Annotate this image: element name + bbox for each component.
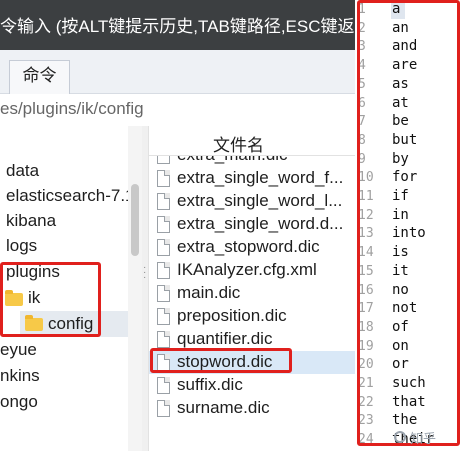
line-number: 17: [358, 301, 374, 317]
editor-line[interactable]: as: [392, 76, 409, 92]
line-number: 19: [358, 338, 374, 354]
file-icon: [157, 285, 170, 302]
file-row[interactable]: surname.dic: [149, 397, 355, 420]
line-number: 18: [358, 319, 374, 335]
splitter-grip-icon: · · ·: [143, 262, 147, 283]
tree-item-nkins[interactable]: nkins: [0, 363, 40, 389]
file-icon: [157, 239, 170, 256]
editor-line[interactable]: into: [392, 225, 426, 241]
tree-item-kibana[interactable]: kibana: [6, 208, 56, 234]
editor-line[interactable]: and: [392, 38, 417, 54]
line-number: 10: [358, 170, 374, 186]
file-icon: [157, 354, 170, 371]
tree-scrollbar[interactable]: [128, 126, 142, 451]
line-number: 5: [358, 76, 366, 92]
tab-command[interactable]: 命令: [9, 60, 70, 94]
watermark-text: 知乎: [410, 431, 437, 446]
tree-item-ik[interactable]: ik: [4, 285, 128, 311]
line-number: 21: [358, 376, 374, 391]
tree-item-plugins[interactable]: plugins: [6, 259, 60, 285]
file-row[interactable]: IKAnalyzer.cfg.xml: [149, 259, 355, 282]
tab-row: 命令: [0, 50, 355, 94]
line-number: 24: [358, 432, 374, 448]
file-icon: [157, 400, 170, 417]
file-icon: [157, 308, 170, 325]
command-prompt-bar[interactable]: 令输入 (按ALT键提示历史,TAB键路径,ESC键返回,双击: [0, 0, 355, 50]
editor-line[interactable]: a: [392, 1, 400, 17]
file-row-selected[interactable]: stopword.dic: [149, 351, 355, 374]
line-number: 14: [358, 245, 374, 261]
tree-item-data[interactable]: data: [6, 158, 39, 184]
editor-line[interactable]: the: [392, 412, 417, 428]
line-number: 8: [358, 132, 366, 148]
tree-item-eyue[interactable]: eyue: [0, 337, 37, 363]
folder-icon: [25, 315, 43, 331]
editor-line[interactable]: that: [392, 394, 426, 410]
line-number: 16: [358, 282, 374, 298]
file-row[interactable]: extra_single_word_l...: [149, 190, 355, 213]
watermark-logo-icon: [394, 431, 406, 443]
editor-line[interactable]: or: [392, 356, 409, 372]
path-bar[interactable]: es/plugins/ik/config: [0, 94, 355, 126]
command-prompt-text: 令输入 (按ALT键提示历史,TAB键路径,ESC键返回,双击: [0, 17, 355, 36]
folder-icon: [5, 290, 23, 306]
editor-line[interactable]: but: [392, 132, 417, 148]
editor-line[interactable]: are: [392, 57, 417, 73]
editor-line[interactable]: an: [392, 20, 409, 36]
line-number: 2: [358, 20, 366, 36]
file-row[interactable]: quantifier.dic: [149, 328, 355, 351]
text-editor[interactable]: 1 2 3 4 5 6 7 8 9 10 11 12 13 14 15 16 17 18 19 20 21 22 23 24 …: [355, 0, 474, 451]
file-icon: [157, 170, 170, 187]
editor-line[interactable]: by: [392, 151, 409, 167]
directory-tree: data elasticsearch-7.1 kibana logs plugi…: [0, 126, 142, 451]
tree-scrollbar-thumb[interactable]: [131, 184, 139, 256]
line-number: 7: [358, 114, 366, 130]
editor-line[interactable]: on: [392, 338, 409, 354]
editor-line[interactable]: if: [392, 188, 409, 204]
file-icon: [157, 216, 170, 233]
line-number: 13: [358, 226, 374, 242]
line-number: 20: [358, 357, 374, 373]
tree-item-elasticsearch[interactable]: elasticsearch-7.1: [6, 183, 135, 209]
line-number-gutter: 1 2 3 4 5 6 7 8 9 10 11 12 13 14 15 16 17 18 19 20 21 22 23 24: [355, 0, 388, 451]
tree-item-ongo[interactable]: ongo: [0, 389, 38, 415]
editor-line[interactable]: it: [392, 263, 409, 279]
line-number: 15: [358, 263, 374, 279]
tree-item-logs[interactable]: logs: [6, 233, 37, 259]
file-row[interactable]: suffix.dic: [149, 374, 355, 397]
file-row[interactable]: main.dic: [149, 282, 355, 305]
editor-line[interactable]: is: [392, 244, 409, 260]
line-number: 4: [358, 58, 366, 74]
editor-line[interactable]: be: [392, 113, 409, 129]
file-list: extra_main.dic 文件名 extra_single_word_f..…: [148, 126, 355, 451]
editor-line[interactable]: at: [392, 95, 409, 111]
tree-item-config[interactable]: config: [20, 311, 128, 337]
editor-line[interactable]: of: [392, 319, 409, 335]
file-row[interactable]: preposition.dic: [149, 305, 355, 328]
file-icon: [157, 331, 170, 348]
line-number: 23: [358, 413, 374, 429]
file-row[interactable]: extra_single_word_f...: [149, 167, 355, 190]
file-row[interactable]: extra_single_word.d...: [149, 213, 355, 236]
path-text: es/plugins/ik/config: [0, 99, 144, 118]
editor-line[interactable]: not: [392, 300, 417, 316]
editor-line[interactable]: in: [392, 207, 409, 223]
line-number: 22: [358, 394, 374, 410]
line-number: 9: [358, 151, 366, 167]
file-icon: [157, 377, 170, 394]
editor-line[interactable]: for: [392, 169, 417, 185]
editor-line[interactable]: such: [392, 375, 426, 391]
editor-line[interactable]: no: [392, 282, 409, 298]
line-number: 11: [358, 189, 374, 204]
line-number: 6: [358, 95, 366, 111]
file-row[interactable]: extra_stopword.dic: [149, 236, 355, 259]
file-icon: [157, 262, 170, 279]
file-list-header[interactable]: 文件名: [149, 126, 355, 156]
file-icon: [157, 193, 170, 210]
column-header-filename: 文件名: [213, 136, 264, 155]
line-number: 1: [358, 2, 366, 17]
line-number: 3: [358, 39, 366, 55]
line-number: 12: [358, 207, 374, 223]
